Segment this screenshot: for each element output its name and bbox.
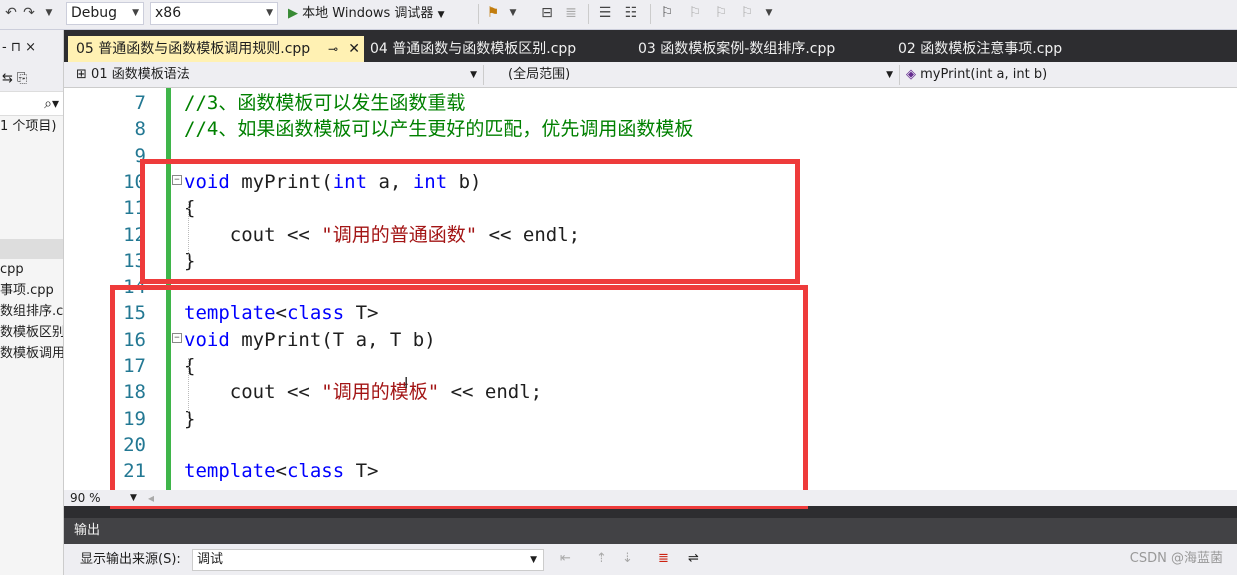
line-code: //4、如果函数模板可以产生更好的匹配，优先调用函数模板 [184,116,693,142]
scroll-left-icon[interactable]: ◂ [148,490,154,506]
configuration-select[interactable]: Debug ▼ [66,2,144,25]
bookmark-icon[interactable]: ⚐ [658,4,676,22]
project-value: 01 函数模板语法 [91,67,190,82]
chevron-down-icon: ▼ [530,555,537,565]
play-icon: ▶ [288,6,298,21]
output-source-select[interactable]: 调试 ▼ [192,549,544,571]
outline-icon[interactable]: ⊟ [538,4,556,22]
prev-bookmark-icon[interactable]: ⚐ [686,4,704,22]
configuration-value: Debug [71,5,118,21]
watermark: CSDN @海蓝菌 [1129,551,1223,566]
uncomment-icon[interactable]: ☷ [622,4,640,22]
platform-select[interactable]: x86 ▼ [150,2,278,25]
undo-icon[interactable]: ↶ [2,4,20,22]
chevron-down-icon: ▼ [132,8,139,18]
panel-header-controls[interactable]: - ⊓ × [0,30,63,66]
line-code: //3、函数模板可以发生函数重载 [184,90,465,116]
annotation-box-template-function [110,285,808,509]
chevron-down-icon[interactable]: ▼ [504,4,522,22]
list-item[interactable]: 数模板区别 [0,322,63,343]
next-bookmark-icon[interactable]: ⚐ [712,4,730,22]
word-wrap-icon[interactable]: ⇌ [688,551,699,566]
chevron-down-icon: ▼ [266,8,273,18]
clear-bookmarks-icon[interactable]: ⚐ [738,4,756,22]
output-panel: 输出 显示输出来源(S): 调试 ▼ ⇤ ⇡ ⇣ ≣ ⇌ CSDN @海蓝菌 [64,518,1237,575]
toolbar-separator [588,4,589,24]
chevron-down-icon[interactable]: ▼ [40,4,58,22]
code-token: //3、函数模板可以发生函数重载 [184,92,466,114]
sync-icon[interactable]: ⇆ [2,71,13,86]
tab-02[interactable]: 02 函数模板注意事项.cpp [890,36,1130,62]
tab-05[interactable]: 05 普通函数与函数模板调用规则.cpp ⊸ ✕ [68,36,364,62]
tab-label: 05 普通函数与函数模板调用规则.cpp [76,41,311,57]
selected-row[interactable] [0,239,63,259]
navigation-bar: ⊞ 01 函数模板语法 ▼ (全局范围) ▼ ◈ myPrint(int a, … [64,62,1237,88]
line-number: 8 [134,118,146,141]
next-message-icon[interactable]: ⇣ [622,551,633,566]
search-input[interactable]: ⌕▾ [0,92,63,116]
project-icon: ⊞ [76,67,87,82]
method-icon: ◈ [906,67,916,82]
tab-label: 02 函数模板注意事项.cpp [898,41,1063,57]
scope-select[interactable]: (全局范围) ▼ [504,65,900,85]
go-to-line-icon[interactable]: ⇤ [560,551,571,566]
zoom-level[interactable]: 90 % [70,490,101,506]
document-tabs: 05 普通函数与函数模板调用规则.cpp ⊸ ✕ 04 普通函数与函数模板区别.… [64,36,1237,62]
annotation-box-normal-function [140,159,800,284]
chevron-down-icon[interactable]: ▼ [760,4,778,22]
pin-icon[interactable]: ⊸ [328,36,338,62]
redo-icon[interactable]: ↷ [20,4,38,22]
chevron-down-icon: ▼ [437,10,445,20]
code-line[interactable]: 8 //4、如果函数模板可以产生更好的匹配，优先调用函数模板 [64,116,1237,142]
copy-icon[interactable]: ⎘ [17,71,27,86]
line-number: 7 [134,92,146,114]
chevron-down-icon: ▼ [470,70,477,80]
output-source-value: 调试 [197,552,224,567]
clear-all-icon[interactable]: ≣ [658,551,669,566]
start-debugging-button[interactable]: ▶ 本地 Windows 调试器 ▼ [288,3,472,25]
platform-value: x86 [155,5,182,21]
tab-label: 03 函数模板案例-数组排序.cpp [638,41,836,57]
output-toolbar: 显示输出来源(S): 调试 ▼ ⇤ ⇡ ⇣ ≣ ⇌ CSDN @海蓝菌 [64,544,1237,575]
member-select[interactable]: ◈ myPrint(int a, int b) [902,65,1232,85]
close-icon[interactable]: ✕ [348,36,360,62]
main-toolbar: ↶ ↷ ▼ Debug ▼ x86 ▼ ▶ 本地 Windows 调试器 ▼ ⚑… [0,0,1237,30]
member-value: myPrint(int a, int b) [920,67,1048,82]
find-in-files-icon[interactable]: ⚑ [484,4,502,22]
editor-status-bar: 90 % ▼ ◂ [64,490,1237,506]
list-item[interactable]: 1 个项目) [0,116,63,137]
list-item[interactable]: cpp [0,259,63,280]
code-token: //4、如果函数模板可以产生更好的匹配，优先调用函数模板 [184,118,694,141]
tab-label: 04 普通函数与函数模板区别.cpp [370,41,577,57]
search-icon: ⌕▾ [44,96,59,112]
panel-toolbar: ⇆ ⎘ [0,66,63,92]
toolbar-separator [650,4,651,24]
output-title: 输出 [64,518,1237,544]
list-item[interactable]: 数组排序.c [0,301,63,322]
comment-out-icon[interactable]: ☰ [596,4,614,22]
tab-03[interactable]: 03 函数模板案例-数组排序.cpp [630,36,884,62]
solution-explorer-panel: - ⊓ × ⇆ ⎘ ⌕▾ 1 个项目) cpp 事项.cpp 数组排序.c 数模… [0,30,64,575]
tab-04[interactable]: 04 普通函数与函数模板区别.cpp [362,36,626,62]
chevron-down-icon: ▼ [886,70,893,80]
scope-value: (全局范围) [508,67,571,82]
indent-icon[interactable]: ≣ [562,4,580,22]
project-select[interactable]: ⊞ 01 函数模板语法 ▼ [72,65,484,85]
code-line[interactable]: 7 //3、函数模板可以发生函数重载 [64,90,1237,116]
list-item[interactable]: 数模板调用 [0,343,63,364]
toolbar-separator [478,4,479,24]
chevron-down-icon[interactable]: ▼ [130,490,137,506]
prev-message-icon[interactable]: ⇡ [596,551,607,566]
run-label: 本地 Windows 调试器 [302,6,434,21]
output-source-label: 显示输出来源(S): [80,552,181,567]
list-item[interactable]: 事项.cpp [0,280,63,301]
